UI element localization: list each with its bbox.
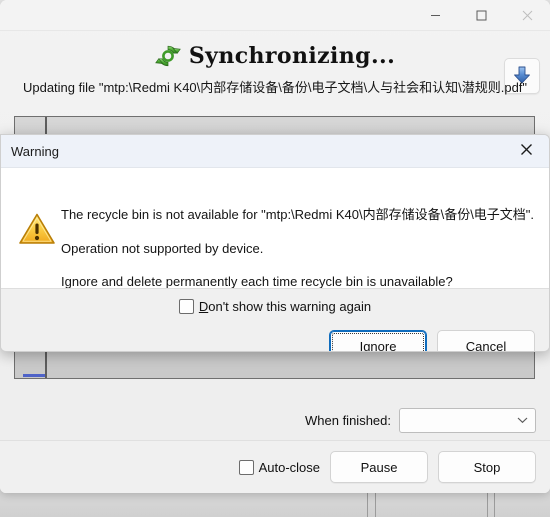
auto-close-label: Auto-close — [258, 459, 320, 475]
background-window-divider — [487, 490, 488, 517]
close-button[interactable] — [504, 0, 550, 30]
chevron-down-icon — [517, 413, 528, 427]
stop-button[interactable]: Stop — [438, 451, 536, 483]
dialog-footer: Don't show this warning again Ignore Can… — [1, 288, 549, 352]
window-titlebar — [0, 0, 550, 31]
dialog-titlebar: Warning — [1, 135, 549, 168]
minimize-button[interactable] — [412, 0, 458, 30]
sync-refresh-icon — [155, 43, 181, 69]
when-finished-label: When finished: — [305, 412, 391, 428]
dialog-title: Warning — [11, 143, 59, 159]
when-finished-row: When finished: — [0, 400, 550, 440]
warning-dialog: Warning The recycle bin is not available… — [0, 134, 550, 352]
background-window-divider — [367, 490, 368, 517]
sync-title-row: Synchronizing... — [0, 31, 550, 77]
when-finished-select[interactable] — [399, 407, 536, 433]
dialog-message-line: The recycle bin is not available for "mt… — [61, 207, 535, 222]
dont-show-warning-label: Don't show this warning again — [199, 299, 371, 314]
background-window-divider — [494, 490, 495, 517]
dont-show-row: Don't show this warning again — [1, 299, 549, 314]
pause-button[interactable]: Pause — [330, 451, 428, 483]
warning-triangle-icon — [18, 212, 56, 246]
dialog-message-line: Operation not supported by device. — [61, 241, 264, 256]
window-footer: Auto-close Pause Stop — [0, 440, 550, 493]
dont-show-rest: on't show this warning again — [208, 299, 372, 314]
maximize-button[interactable] — [458, 0, 504, 30]
auto-close-checkbox[interactable]: Auto-close — [238, 459, 320, 475]
auto-close-checkbox-box[interactable] — [238, 459, 254, 475]
status-text: Updating file "mtp:\Redmi K40\内部存储设备\备份\… — [22, 80, 528, 95]
dont-show-mnemonic: D — [198, 299, 209, 314]
caption-button-group — [412, 0, 550, 30]
window-header: Synchronizing... Updating file "mtp:\Red… — [0, 31, 550, 109]
close-icon — [520, 143, 533, 159]
page-title: Synchronizing... — [188, 43, 396, 69]
dont-show-warning-checkbox[interactable]: Don't show this warning again — [178, 299, 371, 314]
dialog-body: The recycle bin is not available for "mt… — [1, 168, 549, 289]
dialog-button-group: Ignore Cancel — [329, 330, 535, 352]
dialog-message-line: Ignore and delete permanently each time … — [61, 274, 453, 289]
ignore-rest: gnore — [363, 338, 397, 352]
dont-show-warning-checkbox-box[interactable] — [178, 299, 194, 314]
ignore-button[interactable]: Ignore — [329, 330, 427, 352]
background-window-divider — [375, 490, 376, 517]
row-progress-bar — [23, 374, 45, 377]
cancel-button[interactable]: Cancel — [437, 330, 535, 351]
ignore-button-label: Ignore — [360, 338, 397, 352]
dialog-close-button[interactable] — [503, 135, 549, 166]
